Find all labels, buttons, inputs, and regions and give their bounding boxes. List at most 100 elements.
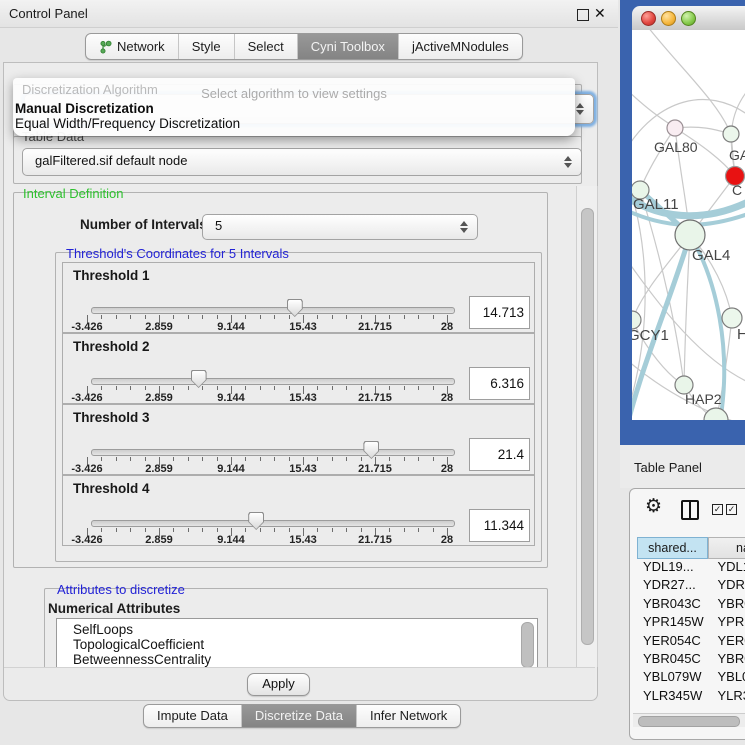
tab-label: Impute Data bbox=[157, 706, 228, 726]
popup-item-equal-width[interactable]: Equal Width/Frequency Discretization bbox=[15, 116, 240, 131]
slider-thumb[interactable] bbox=[191, 370, 207, 388]
close-traffic-light-icon[interactable] bbox=[641, 11, 656, 26]
minor-tick bbox=[173, 386, 174, 390]
table-row[interactable]: YBL079WYBL0 bbox=[637, 669, 745, 687]
table-row[interactable]: YDR27...YDR2 bbox=[637, 577, 745, 595]
popup-placeholder-item[interactable]: Select algorithm to view settings bbox=[13, 86, 575, 101]
tick-label: 15.43 bbox=[271, 534, 335, 546]
attribute-list-item[interactable]: SelfLoops bbox=[57, 622, 537, 637]
popup-item-manual-discretization[interactable]: Manual Discretization bbox=[15, 101, 154, 116]
panel-scrollbar-thumb[interactable] bbox=[581, 208, 594, 645]
table-row[interactable]: YBR045CYBR0 bbox=[637, 651, 745, 669]
minor-tick bbox=[217, 457, 218, 461]
tab-label: Style bbox=[192, 35, 221, 58]
column-header-name[interactable]: na bbox=[708, 537, 745, 559]
minor-tick bbox=[188, 315, 189, 319]
tab-impute-data[interactable]: Impute Data bbox=[144, 705, 241, 727]
minimize-traffic-light-icon[interactable] bbox=[661, 11, 676, 26]
table-row[interactable]: YDL19...YDL1 bbox=[637, 559, 745, 577]
tab-network[interactable]: Network bbox=[86, 34, 178, 59]
table-hscrollbar-track[interactable] bbox=[633, 713, 745, 727]
number-of-intervals-combo[interactable]: 5 bbox=[202, 214, 478, 240]
threshold-value-field[interactable]: 14.713 bbox=[469, 296, 530, 329]
tab-infer-network[interactable]: Infer Network bbox=[356, 705, 460, 727]
gear-icon[interactable]: ⚙ bbox=[645, 495, 662, 518]
cell-name: YDR2 bbox=[708, 577, 745, 595]
network-window-titlebar[interactable] bbox=[632, 6, 745, 31]
network-node[interactable] bbox=[675, 220, 705, 250]
table-hscrollbar-thumb[interactable] bbox=[638, 716, 740, 727]
tab-jactivemnodules[interactable]: jActiveMNodules bbox=[398, 34, 522, 59]
zoom-traffic-light-icon[interactable] bbox=[681, 11, 696, 26]
network-node[interactable] bbox=[723, 126, 739, 142]
minor-tick bbox=[217, 315, 218, 319]
screenshot-root: Control Panel ✕ Network Style SelectCyni T… bbox=[0, 0, 745, 745]
minor-tick bbox=[404, 457, 405, 461]
table-row[interactable]: YBR043CYBR0 bbox=[637, 596, 745, 614]
minor-tick bbox=[332, 315, 333, 319]
table-data-combo[interactable]: galFiltered.sif default node bbox=[22, 148, 582, 176]
tab-style[interactable]: Style bbox=[178, 34, 234, 59]
slider-thumb[interactable] bbox=[363, 441, 379, 459]
table-panel-card: ⚙ ✓ ✓ shared... na YDL19...YDL1YDR27...Y… bbox=[629, 488, 745, 740]
slider-track[interactable] bbox=[91, 449, 455, 456]
tick-label: 15.43 bbox=[271, 463, 335, 475]
minor-tick bbox=[433, 315, 434, 319]
attributes-scrollbar[interactable] bbox=[521, 622, 534, 667]
minor-tick bbox=[245, 386, 246, 390]
apply-button[interactable]: Apply bbox=[247, 673, 310, 696]
network-canvas[interactable]: GAL80GAGAL11CGAL4GCY1HHAP2 bbox=[632, 30, 745, 420]
slider-track[interactable] bbox=[91, 307, 455, 314]
attribute-list-item[interactable]: TopologicalCoefficient bbox=[57, 637, 537, 652]
threshold-label: Threshold 3 bbox=[73, 410, 150, 425]
minor-tick bbox=[173, 315, 174, 319]
cell-name: YBL0 bbox=[708, 669, 745, 687]
tick-label: 2.859 bbox=[127, 321, 191, 333]
minor-tick bbox=[317, 457, 318, 461]
cell-name: YLR3 bbox=[708, 688, 745, 706]
tick-label: 9.144 bbox=[199, 534, 263, 546]
table-row[interactable]: YIL052CYIL0 bbox=[637, 706, 745, 709]
slider-track[interactable] bbox=[91, 520, 455, 527]
control-panel-titlebar: Control Panel bbox=[0, 0, 618, 28]
checkbox-icon[interactable]: ✓ bbox=[712, 504, 723, 515]
tick-label: 21.715 bbox=[343, 321, 407, 333]
cell-name: YPR1 bbox=[708, 614, 745, 632]
minor-tick bbox=[116, 528, 117, 532]
threshold-value-field[interactable]: 6.316 bbox=[469, 367, 530, 400]
network-node[interactable] bbox=[704, 408, 728, 420]
close-icon[interactable]: ✕ bbox=[594, 5, 606, 22]
attributes-title: Attributes to discretize bbox=[54, 582, 188, 597]
tab-select[interactable]: Select bbox=[234, 34, 297, 59]
tick-label: 9.144 bbox=[199, 321, 263, 333]
tab-label: jActiveMNodules bbox=[412, 35, 509, 58]
tab-cyni-toolbox[interactable]: Cyni Toolbox bbox=[297, 34, 398, 59]
columns-icon[interactable] bbox=[681, 500, 699, 520]
numerical-attributes-list[interactable]: SelfLoopsTopologicalCoefficientBetweenne… bbox=[56, 618, 538, 667]
attribute-list-item[interactable]: BetweennessCentrality bbox=[57, 652, 537, 667]
network-node-label: GAL4 bbox=[692, 247, 730, 264]
threshold-value-field[interactable]: 11.344 bbox=[469, 509, 530, 542]
float-window-icon[interactable] bbox=[577, 9, 589, 21]
table-row[interactable]: YER054CYER0 bbox=[637, 633, 745, 651]
slider-thumb[interactable] bbox=[248, 512, 264, 530]
network-node-label: HAP2 bbox=[685, 391, 722, 407]
minor-tick bbox=[188, 386, 189, 390]
numerical-attributes-label: Numerical Attributes bbox=[48, 601, 180, 616]
table-row[interactable]: YPR145WYPR1 bbox=[637, 614, 745, 632]
tab-label: Infer Network bbox=[370, 706, 447, 726]
column-header-shared-name[interactable]: shared... bbox=[637, 537, 708, 559]
network-node[interactable] bbox=[667, 120, 683, 136]
apply-strip: Apply bbox=[4, 667, 595, 700]
tab-discretize-data[interactable]: Discretize Data bbox=[241, 705, 356, 727]
network-node[interactable] bbox=[722, 308, 742, 328]
table-row[interactable]: YLR345WYLR3 bbox=[637, 688, 745, 706]
combo-arrows-icon bbox=[564, 155, 572, 169]
panel-scrollbar-track[interactable] bbox=[576, 186, 598, 667]
slider-track[interactable] bbox=[91, 378, 455, 385]
minor-tick bbox=[389, 528, 390, 532]
minor-tick bbox=[389, 457, 390, 461]
checkbox-icon[interactable]: ✓ bbox=[726, 504, 737, 515]
minor-tick bbox=[418, 315, 419, 319]
threshold-value-field[interactable]: 21.4 bbox=[469, 438, 530, 471]
